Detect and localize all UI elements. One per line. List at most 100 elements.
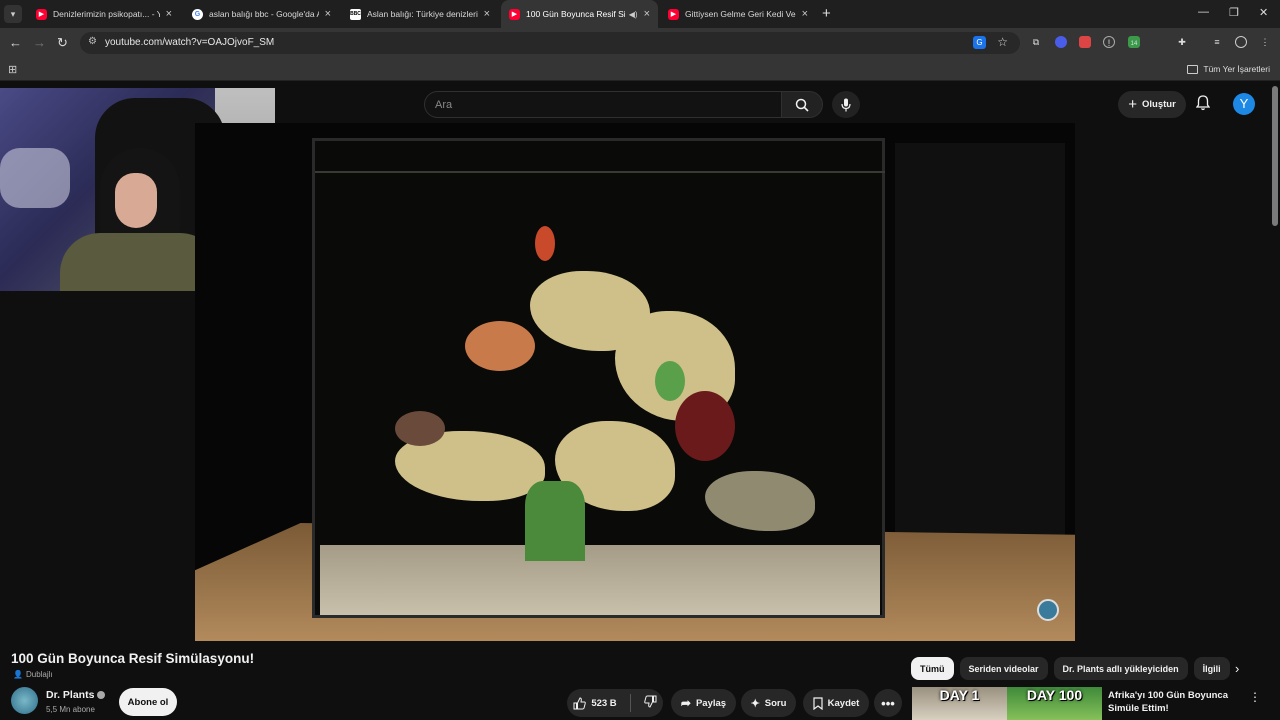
back-icon[interactable]: ← [9, 35, 22, 50]
restore-icon[interactable]: ❐ [1229, 6, 1239, 19]
extension-icon[interactable]: 14 [1128, 36, 1140, 48]
voice-search-button[interactable] [832, 91, 860, 118]
search-input[interactable] [424, 91, 782, 118]
minimize-icon[interactable]: — [1198, 6, 1209, 18]
notifications-button[interactable] [1195, 95, 1211, 116]
recommendation-title[interactable]: Afrika'yı 100 Gün Boyunca Simüle Ettim! [1108, 689, 1243, 715]
window-close-icon[interactable]: ✕ [1259, 6, 1268, 19]
address-bar[interactable]: ⚙ youtube.com/watch?v=OAJOjvoF_SM G ☆ [80, 32, 1020, 54]
like-divider [629, 694, 631, 712]
bbc-icon: BBC [350, 8, 361, 20]
video-title: 100 Gün Boyunca Resif Simülasyonu! [11, 651, 255, 666]
close-icon[interactable]: × [644, 8, 650, 20]
apps-grid-icon[interactable]: ⊞ [8, 63, 17, 76]
youtube-page: + Oluştur Y 100 Gün Boyunc [0, 81, 1280, 720]
youtube-icon: ▶ [36, 8, 47, 20]
extension-icon[interactable]: ! [1103, 36, 1115, 48]
chevron-right-icon[interactable]: › [1235, 661, 1239, 676]
like-button[interactable]: 523 B [573, 696, 617, 710]
tab-4[interactable]: ▶ Gittiysen Gelme Geri Kedi Versi × [660, 0, 816, 28]
thumb-right-label: DAY 100 [1026, 687, 1083, 703]
close-icon[interactable]: × [802, 8, 808, 20]
save-button[interactable]: Kaydet [803, 689, 869, 717]
coral [535, 226, 555, 261]
extension-icon[interactable] [1055, 36, 1067, 48]
tab-0[interactable]: ▶ Denizlerimizin psikopatı... - You × [28, 0, 180, 28]
tab-1[interactable]: G aslan balığı bbc - Google'da Ara × [184, 0, 339, 28]
chip-related[interactable]: İlgili [1193, 657, 1230, 680]
related-filter-chips: Tümü Seriden videolar Dr. Plants adlı yü… [911, 657, 1230, 680]
microphone-icon [841, 98, 851, 111]
extension-icon[interactable] [1079, 36, 1091, 48]
all-bookmarks[interactable]: Tüm Yer İşaretleri [1187, 64, 1270, 74]
google-icon: G [192, 8, 203, 20]
video-aquarium [312, 138, 885, 618]
close-icon[interactable]: × [484, 8, 490, 20]
ask-button[interactable]: ✦ Soru [741, 689, 796, 717]
bookmark-icon [813, 696, 823, 710]
tab-title: aslan balığı bbc - Google'da Ara [209, 9, 319, 19]
more-vertical-icon[interactable]: ⋮ [1249, 690, 1261, 704]
share-button[interactable]: ➦ Paylaş [671, 689, 736, 717]
subscriber-count: 5,5 Mn abone [46, 705, 95, 714]
video-player[interactable] [195, 123, 1075, 641]
media-controls-icon[interactable]: ≡ [1211, 36, 1223, 48]
tab-3-active[interactable]: ▶ 100 Gün Boyunca Resif Simi ◀) × [501, 0, 658, 28]
tab-title: 100 Gün Boyunca Resif Simi [526, 9, 625, 19]
close-icon[interactable]: × [325, 8, 331, 20]
chip-all[interactable]: Tümü [911, 657, 954, 680]
tab-title: Gittiysen Gelme Geri Kedi Versi [685, 9, 796, 19]
recommendation-thumbnail[interactable]: DAY 1 DAY 100 [912, 687, 1102, 720]
create-button[interactable]: + Oluştur [1118, 91, 1186, 118]
save-label: Kaydet [827, 697, 860, 709]
chip-uploader[interactable]: Dr. Plants adlı yükleyiciden [1053, 657, 1188, 680]
folder-icon [1187, 64, 1199, 74]
profile-icon[interactable] [1235, 36, 1247, 48]
tab-2[interactable]: BBC Aslan balığı: Türkiye denizlerinde × [342, 0, 498, 28]
close-icon[interactable]: × [166, 8, 172, 20]
reload-icon[interactable]: ↻ [57, 35, 68, 51]
bookmark-star-icon[interactable]: ☆ [997, 35, 1008, 49]
extensions-puzzle-icon[interactable]: ✚ [1176, 36, 1188, 48]
create-label: Oluştur [1141, 99, 1176, 110]
more-horizontal-icon: ••• [881, 695, 895, 711]
youtube-icon: ▶ [668, 8, 679, 20]
browser-toolbar: ← → ↻ ⚙ youtube.com/watch?v=OAJOjvoF_SM … [0, 28, 1280, 58]
url-text[interactable]: youtube.com/watch?v=OAJOjvoF_SM [105, 37, 274, 48]
like-dislike-group: 523 B [567, 689, 663, 717]
thumb-left-label: DAY 1 [939, 687, 980, 703]
seaweed [525, 481, 585, 561]
plus-icon: + [1128, 96, 1137, 113]
translate-icon[interactable]: G [973, 36, 986, 49]
new-tab-icon[interactable]: + [822, 5, 831, 22]
channel-avatar[interactable] [11, 687, 38, 714]
channel-watermark-icon[interactable] [1037, 599, 1059, 621]
bell-icon [1195, 95, 1211, 111]
speaker-icon[interactable]: ◀) [629, 10, 638, 19]
tab-title: Aslan balığı: Türkiye denizlerinde [367, 9, 478, 19]
page-scrollbar[interactable] [1272, 86, 1278, 226]
chip-series[interactable]: Seriden videolar [959, 657, 1048, 680]
site-info-icon[interactable]: ⚙ [88, 36, 97, 47]
account-avatar[interactable]: Y [1233, 93, 1255, 115]
dubbed-label: Dublajlı [25, 670, 53, 679]
extension-icon[interactable]: ⧉ [1030, 36, 1042, 48]
all-bookmarks-label: Tüm Yer İşaretleri [1203, 64, 1270, 74]
thumbs-up-icon [573, 696, 587, 709]
tab-search-icon[interactable]: ▾ [4, 5, 22, 23]
webcam-face [115, 173, 157, 228]
forward-icon[interactable]: → [33, 35, 46, 50]
dislike-button[interactable] [643, 695, 657, 711]
channel-name[interactable]: Dr. Plants [46, 689, 106, 701]
rock [705, 471, 815, 531]
search-button[interactable] [781, 91, 823, 118]
subscribe-button[interactable]: Abone ol [119, 688, 177, 716]
thumbs-down-icon [643, 695, 657, 708]
dubbed-badge: 👤 Dublajlı [13, 670, 53, 679]
channel-name-text[interactable]: Dr. Plants [46, 689, 94, 701]
more-actions-button[interactable]: ••• [874, 689, 902, 717]
webcam-person [60, 148, 220, 291]
search-icon [795, 98, 809, 112]
water-line [315, 171, 885, 173]
menu-kebab-icon[interactable]: ⋮ [1259, 36, 1271, 48]
